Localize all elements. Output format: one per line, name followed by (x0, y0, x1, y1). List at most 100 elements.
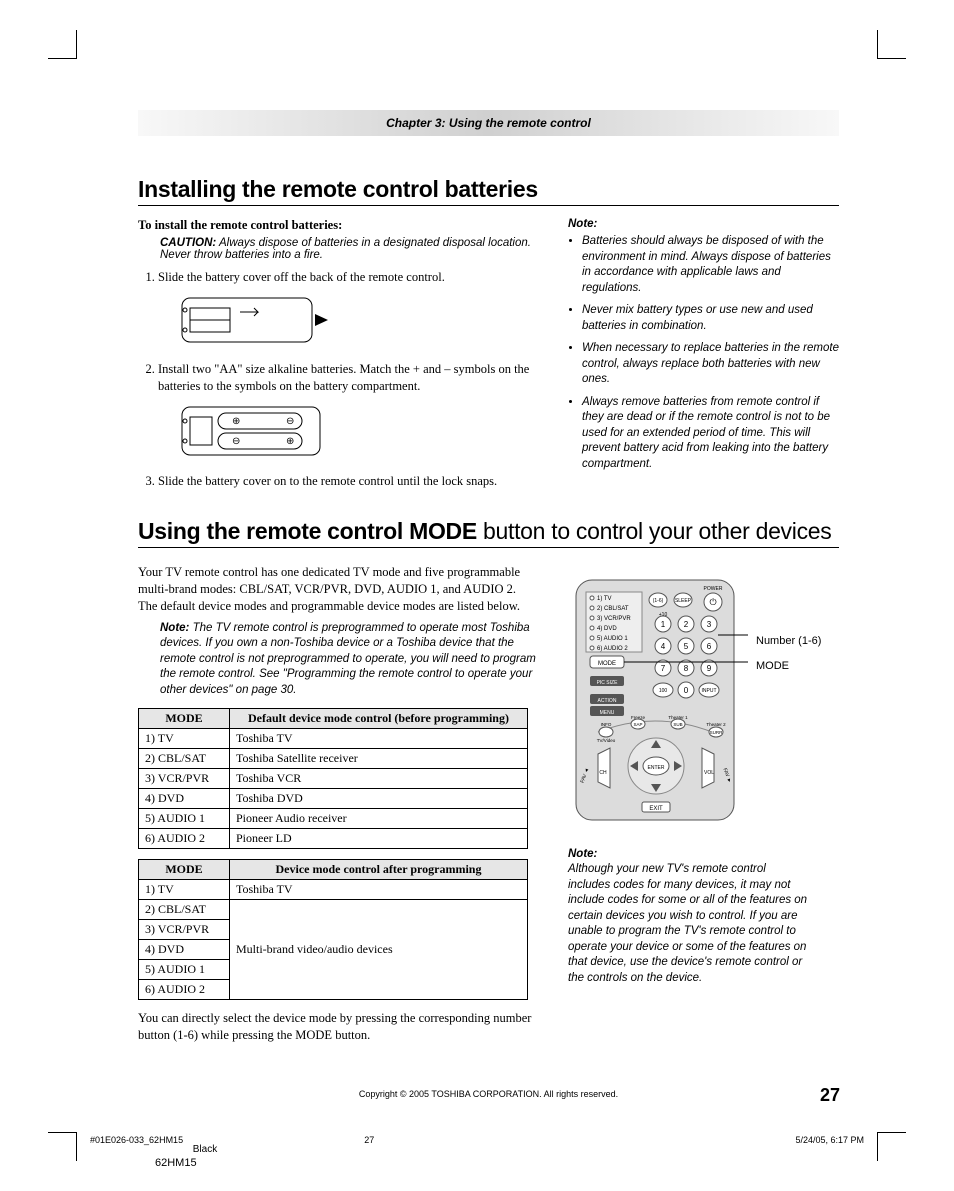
chapter-header: Chapter 3: Using the remote control (138, 110, 839, 136)
step-2: Install two "AA" size alkaline batteries… (158, 361, 538, 466)
svg-text:⏻: ⏻ (709, 597, 716, 607)
table-row: 6) AUDIO 2Pioneer LD (139, 829, 528, 849)
table-row: 3) VCR/PVRToshiba VCR (139, 769, 528, 789)
cell: 1) TV (139, 880, 230, 900)
title-part-mode: MODE (409, 518, 477, 544)
svg-text:4: 4 (661, 642, 666, 651)
title-part: Using the remote control (138, 518, 409, 544)
closing-paragraph: You can directly select the device mode … (138, 1010, 538, 1044)
svg-text:5: 5 (684, 642, 689, 651)
note-text: The TV remote control is preprogrammed t… (160, 622, 536, 696)
caution-text: Always dispose of batteries in a designa… (160, 237, 531, 261)
svg-text:9: 9 (707, 664, 712, 673)
note-title: Note: (568, 218, 839, 230)
steps-list: Slide the battery cover off the back of … (138, 269, 538, 490)
cell: Pioneer Audio receiver (230, 809, 528, 829)
programmed-mode-table: MODE Device mode control after programmi… (138, 859, 528, 1000)
svg-text:MENU: MENU (600, 710, 615, 716)
subheading: To install the remote control batteries: (138, 218, 538, 233)
print-page: 27 (364, 1135, 374, 1145)
left-column: Your TV remote control has one dedicated… (138, 560, 538, 1048)
callout-labels: Number (1-6) MODE (756, 576, 821, 672)
two-column-layout: To install the remote control batteries:… (138, 218, 839, 498)
footer: Copyright © 2005 TOSHIBA CORPORATION. Al… (138, 1089, 839, 1099)
svg-text:+10: +10 (659, 612, 668, 618)
default-mode-table: MODE Default device mode control (before… (138, 708, 528, 849)
cell: Pioneer LD (230, 829, 528, 849)
cell: 3) VCR/PVR (139, 920, 230, 940)
svg-text:4) DVD: 4) DVD (597, 626, 617, 632)
note-list: Batteries should always be disposed of w… (568, 234, 839, 472)
svg-text:SAP: SAP (633, 722, 642, 727)
note-item: Never mix battery types or use new and u… (582, 303, 839, 334)
svg-text:MODE: MODE (598, 661, 616, 667)
cell: 3) VCR/PVR (139, 769, 230, 789)
svg-text:TV/Video: TV/Video (597, 738, 616, 743)
svg-text:SURR: SURR (710, 730, 724, 735)
svg-text:⊖: ⊖ (286, 416, 294, 427)
svg-text:7: 7 (661, 664, 666, 673)
table-row: 1) TVToshiba TV (139, 880, 528, 900)
svg-text:ENTER: ENTER (648, 765, 665, 771)
svg-text:SLEEP: SLEEP (675, 598, 692, 604)
cell: 4) DVD (139, 789, 230, 809)
intro-paragraph: Your TV remote control has one dedicated… (138, 564, 538, 615)
cell: Toshiba DVD (230, 789, 528, 809)
remote-control-icon: 1) TV 2) CBL/SAT 3) VCR/PVR 4) DVD 5) AU… (568, 576, 748, 826)
svg-text:Theater 2: Theater 2 (706, 722, 726, 727)
svg-text:EXIT: EXIT (649, 806, 663, 812)
svg-text:ACTION: ACTION (598, 698, 617, 704)
cell: 4) DVD (139, 940, 230, 960)
callout-mode: MODE (756, 660, 821, 672)
print-date: 5/24/05, 6:17 PM (795, 1135, 864, 1145)
table-row: 2) CBL/SATMulti-brand video/audio device… (139, 900, 528, 920)
print-metadata-row-2: Black 62HM15 (155, 1144, 255, 1169)
svg-text:100: 100 (659, 688, 668, 694)
svg-text:(1-6): (1-6) (653, 598, 664, 604)
svg-text:⊖: ⊖ (232, 436, 240, 447)
copyright: Copyright © 2005 TOSHIBA CORPORATION. Al… (359, 1089, 618, 1099)
section-title-1: Installing the remote control batteries (138, 176, 839, 203)
print-color: Black (155, 1144, 255, 1155)
cell: 5) AUDIO 1 (139, 809, 230, 829)
svg-text:5) AUDIO 1: 5) AUDIO 1 (597, 636, 628, 642)
svg-text:CH: CH (599, 770, 607, 776)
cell: 2) CBL/SAT (139, 900, 230, 920)
note-text: Although your new TV's remote control in… (568, 862, 808, 986)
cell: Toshiba TV (230, 729, 528, 749)
caution-label: CAUTION: (160, 237, 216, 249)
table-header: MODE (139, 860, 230, 880)
divider (138, 547, 839, 548)
svg-text:6: 6 (707, 642, 712, 651)
section-title-2: Using the remote control MODE button to … (138, 518, 839, 545)
battery-cover-diagram-icon (180, 292, 538, 353)
note-item: Batteries should always be disposed of w… (582, 234, 839, 296)
table-header: Device mode control after programming (230, 860, 528, 880)
svg-text:8: 8 (684, 664, 689, 673)
right-column: Note: Batteries should always be dispose… (568, 218, 839, 498)
table-header: Default device mode control (before prog… (230, 709, 528, 729)
svg-text:2) CBL/SAT: 2) CBL/SAT (597, 606, 629, 612)
table-header: MODE (139, 709, 230, 729)
svg-text:POWER: POWER (704, 586, 723, 592)
crop-mark-icon (48, 1132, 77, 1161)
page-number: 27 (820, 1085, 840, 1106)
step-3: Slide the battery cover on to the remote… (158, 473, 538, 490)
crop-mark-icon (48, 30, 77, 59)
table-row: 1) TVToshiba TV (139, 729, 528, 749)
two-column-layout: Your TV remote control has one dedicated… (138, 560, 839, 1048)
svg-text:⊕: ⊕ (286, 436, 294, 447)
cell: Toshiba VCR (230, 769, 528, 789)
note-block-2: Note: Although your new TV's remote cont… (568, 848, 808, 986)
note-block: Note: Batteries should always be dispose… (568, 218, 839, 472)
caution-note: CAUTION: Always dispose of batteries in … (160, 237, 538, 261)
note-title: Note: (568, 848, 808, 860)
svg-text:0: 0 (684, 686, 689, 695)
print-model: 62HM15 (155, 1157, 255, 1169)
svg-text:6) AUDIO 2: 6) AUDIO 2 (597, 646, 628, 652)
battery-install-diagram-icon: ⊕ ⊖ ⊖ ⊕ (180, 401, 538, 466)
svg-text:INFO: INFO (601, 722, 612, 727)
cell-merged: Multi-brand video/audio devices (230, 900, 528, 1000)
callout-number: Number (1-6) (756, 635, 821, 647)
cell: 5) AUDIO 1 (139, 960, 230, 980)
